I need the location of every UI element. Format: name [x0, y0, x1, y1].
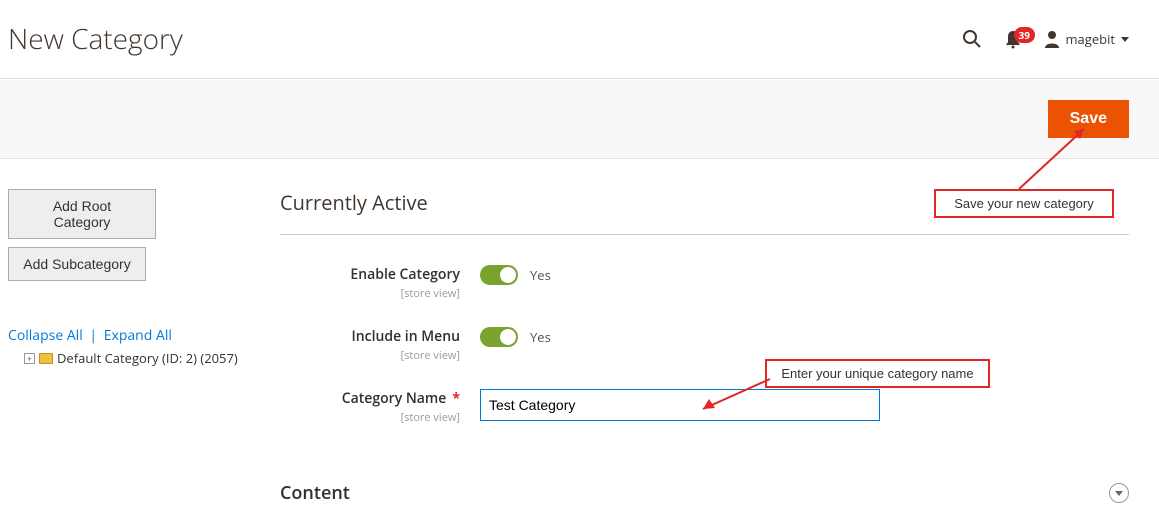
content-section-toggle[interactable]: Content [280, 451, 1129, 505]
search-icon[interactable] [962, 29, 982, 49]
user-icon [1044, 30, 1060, 48]
add-subcategory-button[interactable]: Add Subcategory [8, 247, 146, 281]
sidebar: Add Root Category Add Subcategory Collap… [0, 189, 280, 505]
chevron-down-icon [1121, 37, 1129, 42]
tree-item-default-category[interactable]: + Default Category (ID: 2) (2057) [24, 349, 280, 367]
content-section-label: Content [280, 481, 350, 505]
header-actions: 39 magebit [962, 29, 1130, 49]
collapse-all-link[interactable]: Collapse All [8, 326, 83, 345]
category-name-input[interactable] [480, 389, 880, 421]
include-in-menu-label: Include in Menu [280, 327, 460, 346]
chevron-down-icon [1109, 483, 1129, 503]
tree-controls: Collapse All | Expand All [8, 326, 280, 345]
action-bar: Save [0, 80, 1159, 159]
add-root-category-button[interactable]: Add Root Category [8, 189, 156, 239]
notifications-icon[interactable]: 39 [1004, 29, 1022, 49]
username-label: magebit [1066, 30, 1116, 48]
folder-icon [39, 353, 53, 364]
category-name-label: Category Name [342, 389, 447, 408]
separator: | [89, 326, 97, 345]
scope-label: [store view] [280, 410, 460, 425]
user-menu[interactable]: magebit [1044, 30, 1130, 48]
annotation-save: Save your new category [934, 189, 1114, 218]
enable-category-toggle[interactable] [480, 265, 518, 285]
expand-all-link[interactable]: Expand All [104, 326, 172, 345]
save-button[interactable]: Save [1048, 100, 1129, 138]
scope-label: [store view] [280, 286, 460, 301]
content-area: Currently Active Enable Category [store … [280, 189, 1159, 505]
required-icon: * [452, 389, 460, 408]
enable-category-label: Enable Category [280, 265, 460, 284]
tree-item-label: Default Category (ID: 2) (2057) [57, 349, 238, 367]
expand-icon[interactable]: + [24, 353, 35, 364]
notification-badge: 39 [1014, 27, 1035, 43]
enable-category-value: Yes [530, 266, 551, 284]
scope-label: [store view] [280, 348, 460, 363]
page-title: New Category [8, 20, 183, 58]
include-in-menu-value: Yes [530, 328, 551, 346]
annotation-name: Enter your unique category name [765, 359, 990, 388]
include-in-menu-toggle[interactable] [480, 327, 518, 347]
